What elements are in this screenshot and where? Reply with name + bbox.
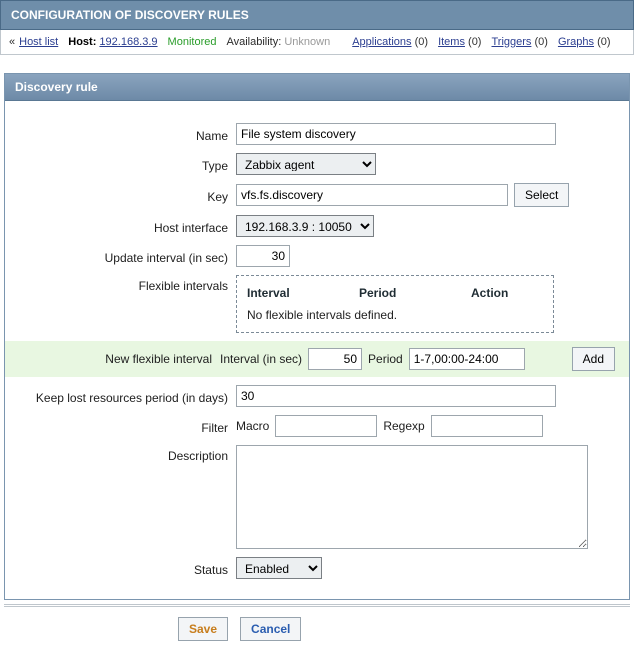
panel-title: Discovery rule: [5, 74, 629, 101]
update-interval-input[interactable]: [236, 245, 290, 267]
description-label: Description: [21, 445, 236, 463]
status-label: Status: [21, 559, 236, 577]
filter-label: Filter: [21, 417, 236, 435]
keep-lost-label: Keep lost resources period (in days): [21, 387, 236, 405]
triggers-count: (0): [534, 36, 547, 48]
back-arrow-icon: «: [9, 36, 15, 48]
type-label: Type: [21, 155, 236, 173]
flexible-intervals-label: Flexible intervals: [21, 275, 236, 293]
filter-macro-input[interactable]: [275, 415, 377, 437]
update-interval-label: Update interval (in sec): [21, 247, 236, 265]
applications-link[interactable]: Applications: [352, 36, 411, 48]
graphs-count: (0): [597, 36, 610, 48]
items-count: (0): [468, 36, 481, 48]
triggers-link[interactable]: Triggers: [491, 36, 531, 48]
availability-label: Availability:: [226, 36, 281, 48]
graphs-link[interactable]: Graphs: [558, 36, 594, 48]
new-flex-label: New flexible interval: [5, 352, 220, 366]
new-flex-period-input[interactable]: [409, 348, 525, 370]
new-flexible-interval-row: New flexible interval Interval (in sec) …: [5, 341, 629, 377]
new-flex-interval-label: Interval (in sec): [220, 352, 302, 366]
name-label: Name: [21, 125, 236, 143]
applications-count: (0): [415, 36, 428, 48]
description-textarea[interactable]: [236, 445, 588, 549]
flex-col-action: Action: [471, 286, 543, 300]
cancel-button[interactable]: Cancel: [240, 617, 301, 641]
breadcrumb: « Host list Host: 192.168.3.9 Monitored …: [0, 30, 634, 55]
keep-lost-input[interactable]: [236, 385, 556, 407]
filter-regexp-label: Regexp: [383, 419, 424, 433]
filter-macro-label: Macro: [236, 419, 269, 433]
footer-actions: Save Cancel: [4, 604, 630, 651]
status-select[interactable]: Enabled: [236, 557, 322, 579]
key-label: Key: [21, 186, 236, 204]
page-title: CONFIGURATION OF DISCOVERY RULES: [0, 0, 634, 30]
host-interface-label: Host interface: [21, 217, 236, 235]
new-flex-interval-input[interactable]: [308, 348, 362, 370]
add-button[interactable]: Add: [572, 347, 615, 371]
type-select[interactable]: Zabbix agent: [236, 153, 376, 175]
name-input[interactable]: [236, 123, 556, 145]
flex-empty-message: No flexible intervals defined.: [245, 308, 545, 322]
save-button[interactable]: Save: [178, 617, 228, 641]
flex-col-interval: Interval: [247, 286, 359, 300]
flexible-intervals-box: Interval Period Action No flexible inter…: [236, 275, 554, 333]
filter-regexp-input[interactable]: [431, 415, 543, 437]
host-label: Host:: [68, 36, 96, 48]
host-list-link[interactable]: Host list: [19, 36, 58, 48]
status-monitored: Monitored: [168, 36, 217, 48]
discovery-rule-panel: Discovery rule Name Type Zabbix agent Ke…: [4, 73, 630, 600]
new-flex-period-label: Period: [368, 352, 403, 366]
key-input[interactable]: [236, 184, 508, 206]
select-button[interactable]: Select: [514, 183, 569, 207]
items-link[interactable]: Items: [438, 36, 465, 48]
flex-col-period: Period: [359, 286, 471, 300]
host-ip-link[interactable]: 192.168.3.9: [99, 36, 157, 48]
availability-value: Unknown: [284, 36, 330, 48]
host-interface-select[interactable]: 192.168.3.9 : 10050: [236, 215, 374, 237]
